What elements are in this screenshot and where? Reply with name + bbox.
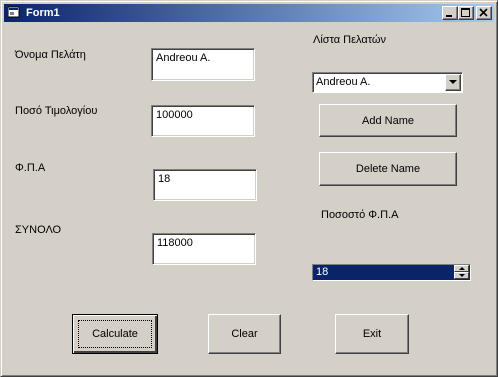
calculate-button[interactable]: Calculate [72,314,158,354]
vat-label: Φ.Π.Α [15,162,46,174]
clear-label: Clear [231,328,258,340]
customer-list-selected: Andreou A. [316,76,371,88]
title-bar[interactable]: Form1 [4,4,494,22]
vat-rate-label: Ποσοστό Φ.Π.Α [321,209,399,221]
spin-down-button[interactable] [454,272,469,279]
customer-list-label: Λίστα Πελατών [313,34,387,46]
maximize-icon [461,8,470,17]
window-title: Form1 [26,7,60,19]
form-window: Form1 Όνομα Πελάτη Andreou A. Ποσό Τιμολ… [0,0,498,377]
customer-name-label: Όνομα Πελάτη [15,49,86,61]
delete-name-button[interactable]: Delete Name [319,152,457,186]
close-button[interactable] [476,6,492,20]
spin-down-icon [459,274,465,277]
spin-up-button[interactable] [454,265,469,272]
total-field[interactable]: 118000 [152,233,256,265]
exit-label: Exit [362,328,382,340]
exit-button[interactable]: Exit [335,314,409,354]
customer-name-field[interactable]: Andreou A. [151,48,255,81]
form-app-icon [7,6,20,18]
vat-rate-value: 18 [316,266,329,278]
add-name-button[interactable]: Add Name [319,104,457,137]
calculate-label: Calculate [92,328,138,340]
maximize-button[interactable] [458,6,474,20]
total-label: ΣΥΝΟΛΟ [15,224,62,236]
invoice-amount-field[interactable]: 100000 [151,105,255,137]
invoice-amount-label: Ποσό Τιμολογίου [15,105,98,117]
add-name-label: Add Name [362,114,414,127]
spin-up-icon [459,267,465,270]
customer-list-combobox[interactable]: Andreou A. [312,72,463,93]
vat-field[interactable]: 18 [153,169,257,201]
close-icon [479,8,488,17]
combo-dropdown-button[interactable] [445,74,461,91]
minimize-icon [446,15,452,17]
minimize-button[interactable] [442,6,458,20]
vat-rate-spinner[interactable]: 18 [312,264,471,281]
clear-button[interactable]: Clear [208,314,281,354]
delete-name-label: Delete Name [355,163,421,175]
chevron-down-icon [449,80,457,84]
